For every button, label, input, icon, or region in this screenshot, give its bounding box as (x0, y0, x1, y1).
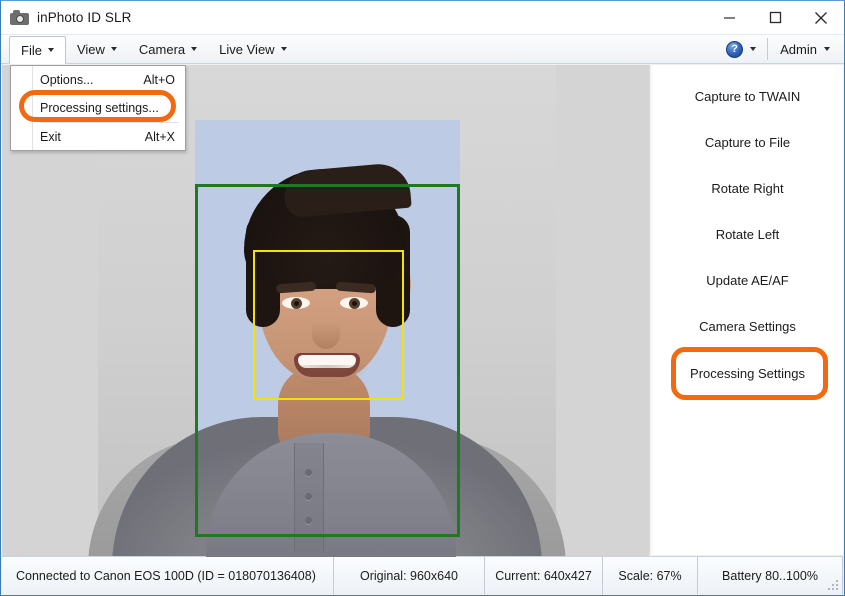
menu-camera[interactable]: Camera (128, 35, 208, 63)
close-icon[interactable] (798, 1, 844, 34)
capture-to-file-button[interactable]: Capture to File (660, 125, 835, 159)
menu-view[interactable]: View (66, 35, 128, 63)
minimize-icon[interactable] (706, 1, 752, 34)
menu-file[interactable]: File (9, 36, 66, 64)
menu-item-processing-settings-label: Processing settings... (40, 101, 159, 115)
update-ae-af-button[interactable]: Update AE/AF (660, 263, 835, 297)
chevron-down-icon (280, 47, 287, 51)
maximize-icon[interactable] (752, 1, 798, 34)
window-title: inPhoto ID SLR (37, 10, 132, 25)
menu-item-options[interactable]: Options... Alt+O (11, 66, 185, 94)
user-menu[interactable]: Admin (768, 42, 844, 57)
camera-icon (10, 10, 29, 25)
menu-camera-label: Camera (138, 41, 186, 57)
menu-live-view-label: Live View (219, 41, 275, 57)
menu-bar: File View Camera Live View ? Admin (1, 34, 844, 64)
status-bar: Connected to Canon EOS 100D (ID = 018070… (2, 556, 843, 594)
title-bar: inPhoto ID SLR (1, 1, 844, 34)
title-bar-left: inPhoto ID SLR (1, 10, 131, 25)
status-scale: Scale: 67% (603, 557, 698, 594)
rotate-left-button[interactable]: Rotate Left (660, 217, 835, 251)
menu-file-label: File (21, 42, 42, 58)
menu-item-options-accel: Alt+O (143, 73, 175, 87)
resize-grip-icon[interactable] (827, 579, 840, 592)
window-controls (706, 1, 844, 34)
camera-settings-button[interactable]: Camera Settings (660, 309, 835, 343)
menu-view-label: View (76, 41, 105, 57)
processing-settings-button[interactable]: Processing Settings (660, 356, 835, 390)
chevron-down-icon (47, 48, 54, 52)
menu-item-processing-settings[interactable]: Processing settings... (11, 94, 185, 122)
help-menu[interactable]: ? (718, 38, 769, 60)
rotate-right-button[interactable]: Rotate Right (660, 171, 835, 205)
chevron-down-icon (191, 47, 198, 51)
capture-to-twain-button[interactable]: Capture to TWAIN (660, 79, 835, 113)
menu-item-exit-accel: Alt+X (144, 130, 175, 144)
file-dropdown-menu: Options... Alt+O Processing settings... … (10, 65, 186, 151)
status-original-size: Original: 960x640 (334, 557, 485, 594)
menu-bar-right: ? Admin (718, 35, 844, 63)
chevron-down-icon (750, 47, 757, 51)
menu-item-options-label: Options... (40, 73, 94, 87)
status-battery: Battery 80..100% (698, 557, 843, 594)
status-current-size: Current: 640x427 (485, 557, 603, 594)
menu-item-exit[interactable]: Exit Alt+X (11, 123, 185, 151)
application-window: inPhoto ID SLR File View Camera Live Vie… (0, 0, 845, 596)
menu-live-view[interactable]: Live View (208, 35, 297, 63)
status-connection: Connected to Canon EOS 100D (ID = 018070… (2, 557, 334, 594)
face-detection-rectangle (253, 250, 404, 400)
chevron-down-icon (110, 47, 117, 51)
chevron-down-icon (824, 47, 830, 51)
user-menu-label: Admin (780, 41, 817, 57)
menu-item-exit-label: Exit (40, 130, 61, 144)
help-icon: ? (726, 40, 744, 58)
action-panel: Capture to TWAIN Capture to File Rotate … (649, 65, 843, 555)
